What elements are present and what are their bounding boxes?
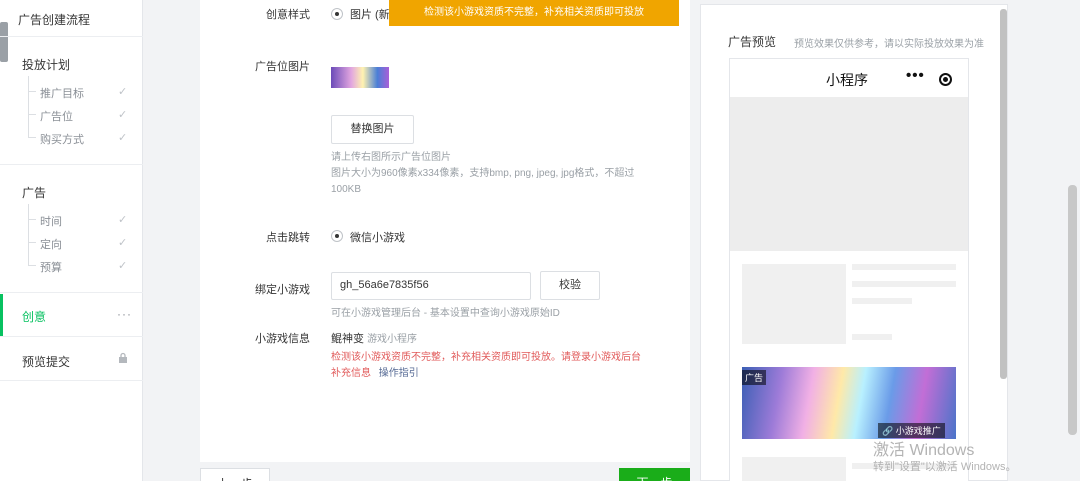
qualification-warning-line2: 补充信息 操作指引 — [331, 366, 419, 382]
sidebar: 广告创建流程 投放计划 推广目标 ✓ 广告位 ✓ 购买方式 ✓ 广告 时间 ✓ … — [0, 0, 143, 481]
check-icon: ✓ — [118, 214, 128, 226]
game-info: 鲲神变 游戏小程序 — [331, 330, 417, 346]
activation-watermark: 激活 Windows — [873, 442, 975, 459]
ad-image-thumbnail — [331, 67, 389, 88]
game-type: 游戏小程序 — [367, 334, 418, 345]
preview-scrollbar[interactable] — [1000, 9, 1007, 379]
sidebar-item-budget[interactable]: 预算 — [40, 259, 62, 275]
tree-line — [28, 204, 29, 266]
preview-title: 广告预览 — [728, 35, 777, 49]
tree-line — [28, 76, 29, 138]
skeleton-block — [742, 457, 846, 481]
warning-toast: 检测该小游戏资质不完整，补充相关资质即可投放 — [389, 0, 679, 26]
sidebar-item-purchase[interactable]: 购买方式 — [40, 131, 84, 147]
next-button[interactable]: 下一步 — [619, 468, 690, 481]
divider — [0, 336, 143, 337]
lock-icon — [118, 352, 128, 367]
guide-link[interactable]: 操作指引 — [379, 368, 419, 379]
check-icon: ✓ — [118, 237, 128, 249]
ad-badge: 广告 — [742, 370, 767, 385]
check-icon: ✓ — [118, 132, 128, 144]
skeleton-line — [852, 334, 892, 340]
tree-tick — [28, 219, 36, 220]
game-id-hint: 可在小游戏管理后台 - 基本设置中查询小游戏原始ID — [331, 308, 560, 319]
divider — [0, 292, 143, 293]
check-icon: ✓ — [118, 260, 128, 272]
replace-image-button[interactable]: 替换图片 — [331, 115, 414, 144]
active-indicator — [0, 294, 3, 336]
game-info-label: 小游戏信息 — [255, 333, 310, 345]
image-hint: 100KB — [331, 184, 362, 195]
phone-title: 小程序 — [826, 72, 868, 88]
tree-tick — [28, 114, 36, 115]
sidebar-title: 广告创建流程 — [18, 13, 91, 27]
ad-preview-panel: 广告预览 预览效果仅供参考，请以实际投放效果为准 小程序 ••• 广告 🔗 小游… — [700, 4, 1008, 481]
game-id-input[interactable]: gh_56a6e7835f56 — [331, 272, 531, 300]
skeleton-line — [852, 264, 956, 270]
sidebar-item-creative[interactable]: 创意 — [22, 308, 46, 325]
sidebar-group-ad[interactable]: 广告 — [22, 184, 46, 201]
verify-button[interactable]: 校验 — [540, 271, 600, 300]
ad-image-label: 广告位图片 — [255, 61, 310, 73]
phone-mockup: 小程序 ••• 广告 🔗 小游戏推广 — [729, 58, 969, 481]
check-icon: ✓ — [118, 86, 128, 98]
image-hint: 请上传右图所示广告位图片 — [331, 152, 451, 163]
drag-handle[interactable] — [0, 22, 8, 62]
tree-tick — [28, 242, 36, 243]
check-icon: ✓ — [118, 109, 128, 121]
sidebar-item-placement[interactable]: 广告位 — [40, 108, 73, 124]
image-hint: 图片大小为960像素x334像素，支持bmp, png, jpeg, jpg格式… — [331, 168, 635, 179]
close-target-icon — [939, 73, 952, 86]
more-icon: ••• — [906, 67, 925, 84]
game-name: 鲲神变 — [331, 333, 364, 345]
divider — [0, 36, 143, 37]
phone-header: 小程序 ••• — [730, 59, 968, 97]
qualification-warning: 检测该小游戏资质不完整，补充相关资质即可投放。请登录小游戏后台 — [331, 352, 641, 363]
sidebar-item-time[interactable]: 时间 — [40, 213, 62, 229]
click-jump-label: 点击跳转 — [266, 232, 310, 244]
creative-form: 创意样式 图片 (新 检测该小游戏资质不完整，补充相关资质即可投放 广告位图片 … — [200, 0, 690, 462]
sidebar-group-plan[interactable]: 投放计划 — [22, 56, 70, 73]
jump-option-label: 微信小游戏 — [350, 232, 405, 244]
activation-watermark-sub: 转到"设置"以激活 Windows。 — [873, 461, 1017, 473]
page-scrollbar[interactable] — [1068, 185, 1077, 435]
sidebar-item-submit[interactable]: 预览提交 — [22, 353, 70, 370]
more-icon: ··· — [117, 307, 132, 321]
content-placeholder — [730, 97, 968, 251]
sidebar-item-targeting[interactable]: 定向 — [40, 236, 62, 252]
skeleton-block — [742, 264, 846, 344]
bind-game-label: 绑定小游戏 — [255, 284, 310, 296]
prev-button[interactable]: 上一步 — [200, 468, 270, 481]
skeleton-line — [852, 281, 956, 287]
divider — [0, 164, 143, 165]
divider — [0, 380, 143, 381]
tree-tick — [28, 137, 36, 138]
tree-tick — [28, 91, 36, 92]
style-option-label: 图片 (新 — [350, 9, 390, 21]
tree-tick — [28, 265, 36, 266]
jump-radio[interactable] — [331, 230, 343, 242]
style-radio[interactable] — [331, 8, 343, 20]
sidebar-item-target[interactable]: 推广目标 — [40, 85, 84, 101]
skeleton-line — [852, 298, 912, 304]
creative-style-label: 创意样式 — [266, 9, 310, 21]
preview-note: 预览效果仅供参考，请以实际投放效果为准 — [794, 39, 984, 50]
warning-text: 补充信息 — [331, 368, 371, 379]
